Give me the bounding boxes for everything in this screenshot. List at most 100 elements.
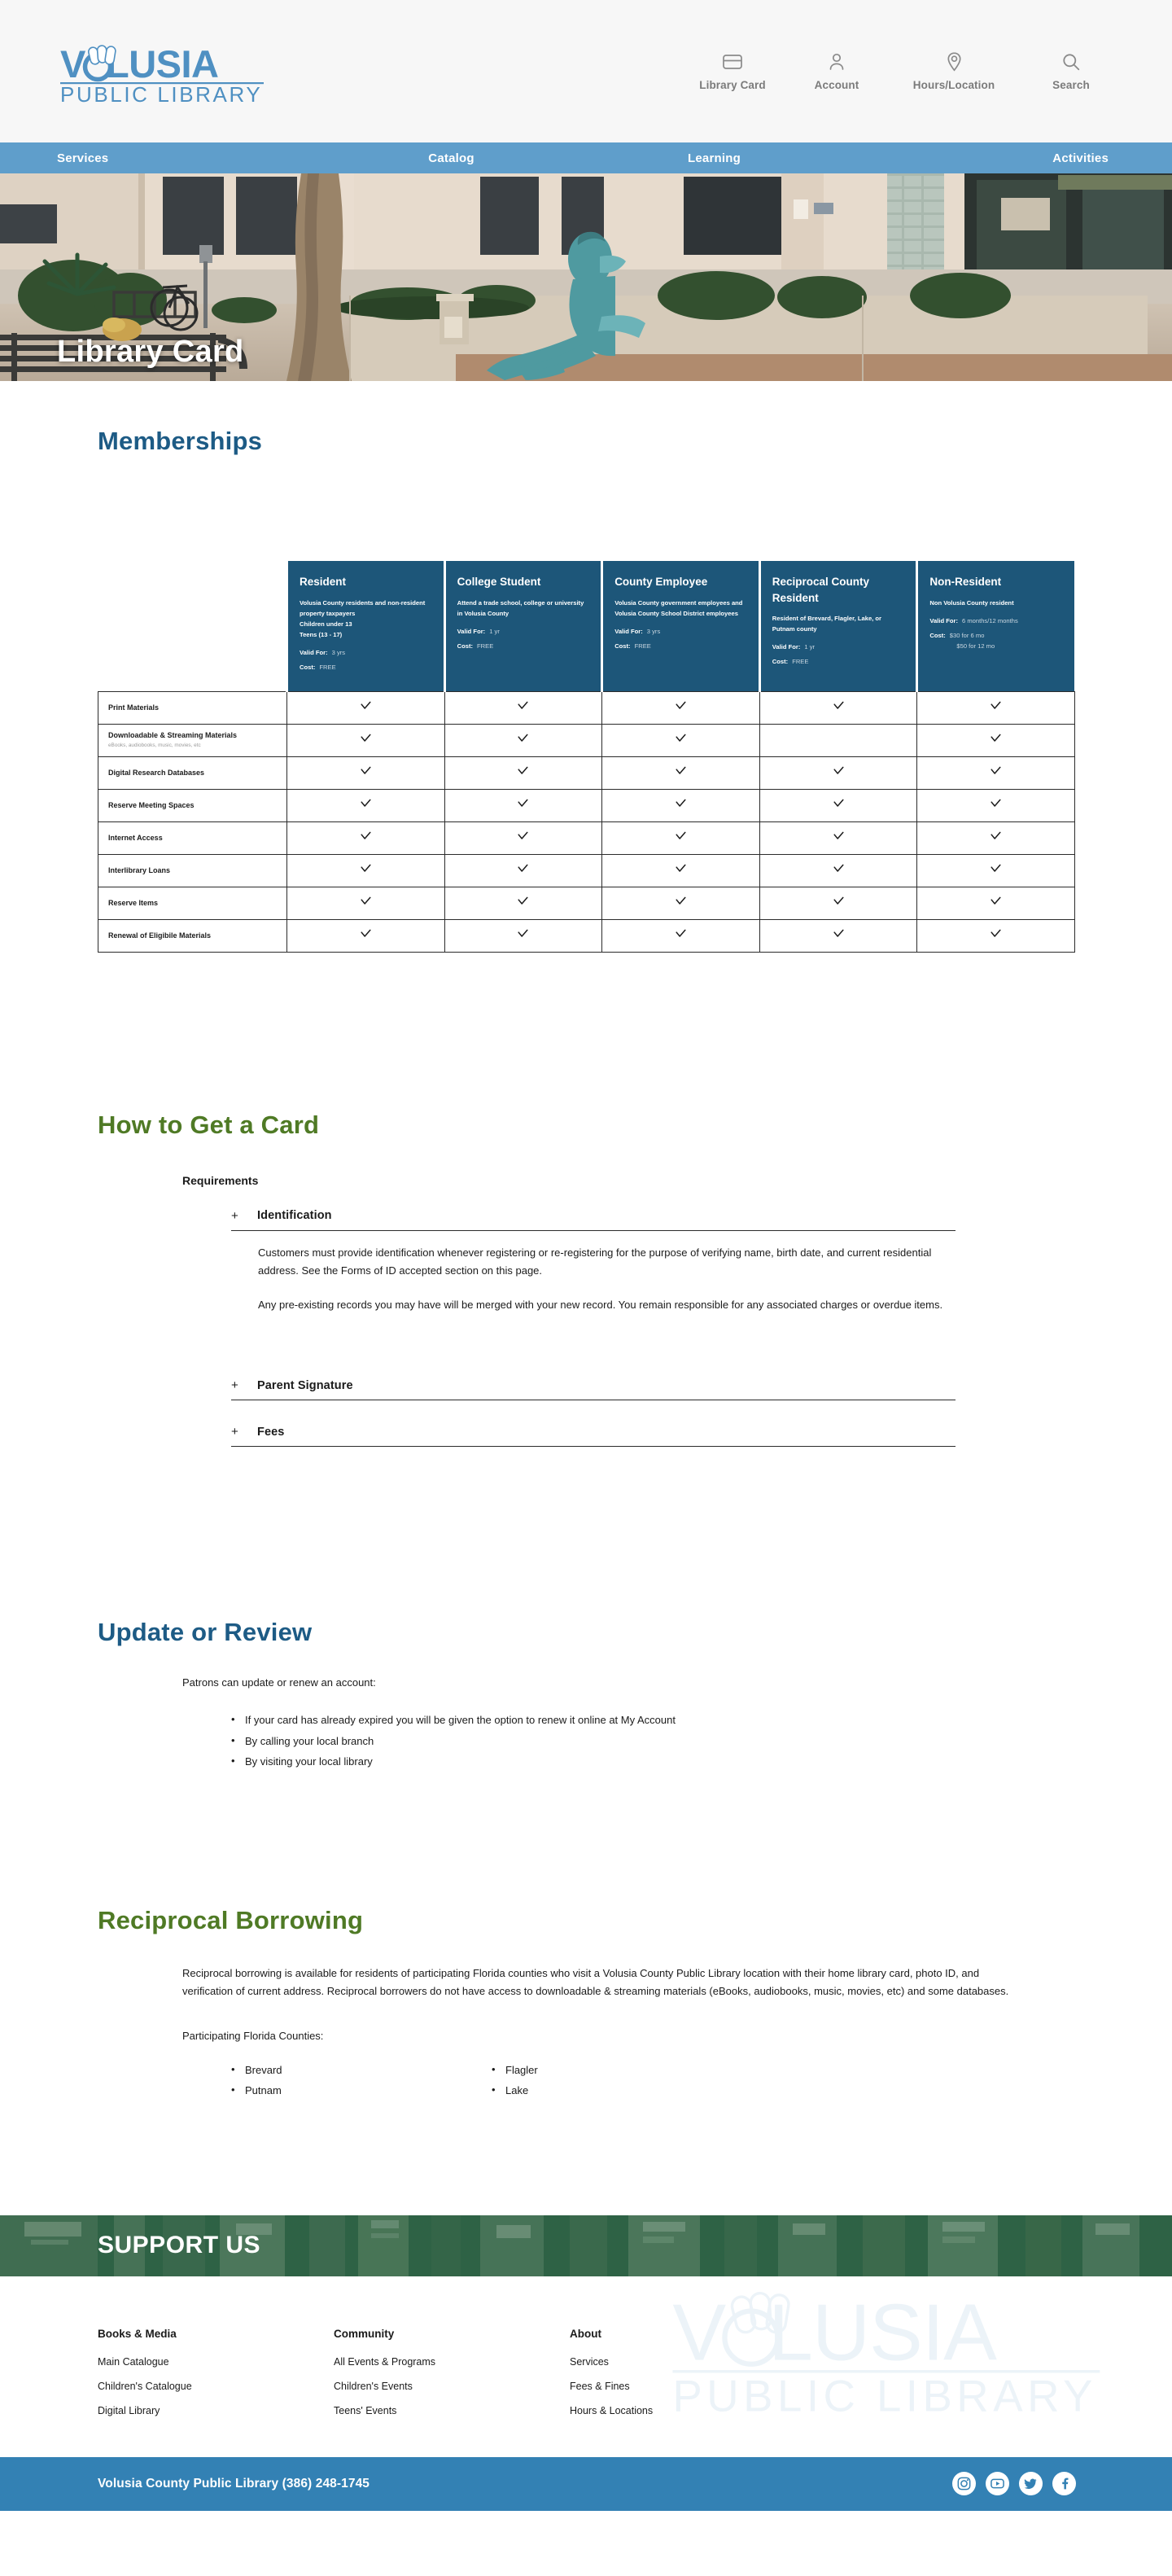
footer-link[interactable]: Services bbox=[570, 2356, 806, 2368]
footer-link[interactable]: Hours & Locations bbox=[570, 2405, 806, 2416]
memberships-heading: Memberships bbox=[98, 427, 263, 455]
nav-item-services[interactable]: Services bbox=[57, 151, 108, 165]
row-label: Reserve Items bbox=[108, 898, 159, 907]
footer-column-books-media: Books & Media Main Catalogue Children's … bbox=[98, 2328, 334, 2429]
support-us-banner[interactable]: SUPPORT US bbox=[0, 2215, 1172, 2276]
availability-cell bbox=[444, 690, 603, 725]
footer-link[interactable]: Fees & Fines bbox=[570, 2381, 806, 2392]
checkmark-icon bbox=[990, 797, 1002, 809]
site-logo[interactable]: V LUSIA PUBLIC LIBRARY bbox=[57, 38, 301, 105]
checkmark-icon bbox=[517, 830, 529, 842]
row-label: Interlibrary Loans bbox=[108, 865, 171, 874]
availability-cell bbox=[916, 788, 1075, 822]
row-label-cell: Digital Research Databases bbox=[98, 756, 287, 790]
accordion-title: Identification bbox=[257, 1209, 332, 1223]
row-label-cell: Reserve Items bbox=[98, 886, 287, 920]
availability-cell bbox=[759, 788, 918, 822]
utility-nav-search[interactable]: Search bbox=[1019, 52, 1123, 91]
twitter-icon[interactable] bbox=[1019, 2472, 1043, 2496]
utility-nav-label: Hours/Location bbox=[912, 78, 995, 91]
column-valid: Valid For: 1 yr bbox=[457, 626, 590, 637]
availability-cell bbox=[759, 690, 918, 725]
person-icon bbox=[829, 52, 845, 72]
counties-column-2: FlaglerLake bbox=[492, 2059, 752, 2101]
valid-label: Valid For: bbox=[614, 627, 643, 635]
footer-link[interactable]: Teens' Events bbox=[334, 2405, 570, 2416]
accordion-header-identification[interactable]: + Identification bbox=[231, 1203, 956, 1231]
checkmark-icon bbox=[675, 830, 687, 842]
availability-cell bbox=[916, 918, 1075, 953]
table-row: Downloadable & Streaming Materials eBooks… bbox=[98, 723, 1075, 757]
accordion-header-parent-signature[interactable]: + Parent Signature bbox=[231, 1372, 956, 1401]
availability-cell bbox=[601, 886, 760, 920]
youtube-icon[interactable] bbox=[986, 2472, 1009, 2496]
availability-cell bbox=[759, 821, 918, 855]
instagram-icon[interactable] bbox=[952, 2472, 976, 2496]
row-label: Renewal of Eligibile Materials bbox=[108, 931, 212, 940]
footer-link[interactable]: Children's Events bbox=[334, 2381, 570, 2392]
availability-cell bbox=[444, 821, 603, 855]
valid-value: 3 yrs bbox=[646, 627, 661, 635]
participating-counties-label: Participating Florida Counties: bbox=[182, 2030, 324, 2043]
facebook-icon[interactable] bbox=[1052, 2472, 1076, 2496]
footer-link[interactable]: Digital Library bbox=[98, 2405, 334, 2416]
update-review-lead: Patrons can update or renew an account: bbox=[182, 1676, 376, 1689]
list-item: Putnam bbox=[231, 2079, 492, 2101]
row-label-cell: Print Materials bbox=[98, 690, 287, 725]
checkmark-icon bbox=[833, 764, 845, 777]
column-cost: Cost: FREE bbox=[614, 641, 747, 651]
footer-bottom-bar: Volusia County Public Library (386) 248-… bbox=[0, 2456, 1172, 2511]
availability-cell bbox=[759, 918, 918, 953]
update-review-heading: Update or Review bbox=[98, 1618, 313, 1647]
utility-nav-library-card[interactable]: Library Card bbox=[680, 52, 785, 91]
search-icon bbox=[1062, 52, 1080, 72]
table-row: Reserve Items bbox=[98, 886, 1075, 920]
accordion-header-fees[interactable]: + Fees bbox=[231, 1418, 956, 1448]
footer-column-community: Community All Events & Programs Children… bbox=[334, 2328, 570, 2429]
valid-label: Valid For: bbox=[300, 648, 328, 656]
cost-label: Cost: bbox=[300, 663, 316, 671]
nav-item-learning[interactable]: Learning bbox=[688, 151, 741, 165]
table-row: Internet Access bbox=[98, 821, 1075, 855]
checkmark-icon bbox=[833, 927, 845, 940]
accordion-spacer bbox=[231, 1313, 956, 1372]
column-valid: Valid For: 3 yrs bbox=[614, 626, 747, 637]
checkmark-icon bbox=[833, 895, 845, 907]
valid-label: Valid For: bbox=[929, 616, 958, 624]
table-body: Print Materials Downloadable & Streaming … bbox=[98, 690, 1075, 953]
row-sublabel: eBooks, audiobooks, music, movies, etc bbox=[108, 743, 201, 749]
nav-item-catalog[interactable]: Catalog bbox=[428, 151, 474, 165]
footer-link[interactable]: All Events & Programs bbox=[334, 2356, 570, 2368]
column-title: Non-Resident bbox=[929, 576, 1002, 588]
footer-column-heading: Books & Media bbox=[98, 2327, 177, 2340]
checkmark-icon bbox=[360, 862, 372, 874]
availability-cell bbox=[759, 723, 918, 757]
footer-link[interactable]: Children's Catalogue bbox=[98, 2381, 334, 2392]
list-item: By visiting your local library bbox=[231, 1750, 1172, 1772]
social-links bbox=[952, 2472, 1076, 2496]
table-row: Reserve Meeting Spaces bbox=[98, 788, 1075, 822]
checkmark-icon bbox=[990, 830, 1002, 842]
utility-nav-account[interactable]: Account bbox=[785, 52, 889, 91]
availability-cell bbox=[916, 853, 1075, 887]
column-desc: Attend a trade school, college or univer… bbox=[457, 598, 584, 617]
cost-value: FREE bbox=[319, 663, 336, 671]
availability-cell bbox=[759, 853, 918, 887]
availability-cell bbox=[916, 756, 1075, 790]
checkmark-icon bbox=[675, 927, 687, 940]
nav-item-activities[interactable]: Activities bbox=[1052, 151, 1109, 165]
availability-cell bbox=[444, 788, 603, 822]
row-label-cell: Internet Access bbox=[98, 821, 287, 855]
column-title: College Student bbox=[457, 576, 541, 588]
column-desc: Volusia County government employees and … bbox=[614, 598, 743, 617]
table-column-header: County Employee Volusia County governmen… bbox=[601, 561, 760, 692]
plus-icon: + bbox=[231, 1425, 238, 1439]
accordion-body-identification: Customers must provide identification wh… bbox=[231, 1231, 956, 1313]
footer-link[interactable]: Main Catalogue bbox=[98, 2356, 334, 2368]
availability-cell bbox=[916, 690, 1075, 725]
utility-nav-hours-location[interactable]: Hours/Location bbox=[889, 51, 1019, 91]
availability-cell bbox=[916, 821, 1075, 855]
footer-link-columns: Books & Media Main Catalogue Children's … bbox=[0, 2276, 1172, 2429]
availability-cell bbox=[286, 756, 445, 790]
checkmark-icon bbox=[990, 927, 1002, 940]
